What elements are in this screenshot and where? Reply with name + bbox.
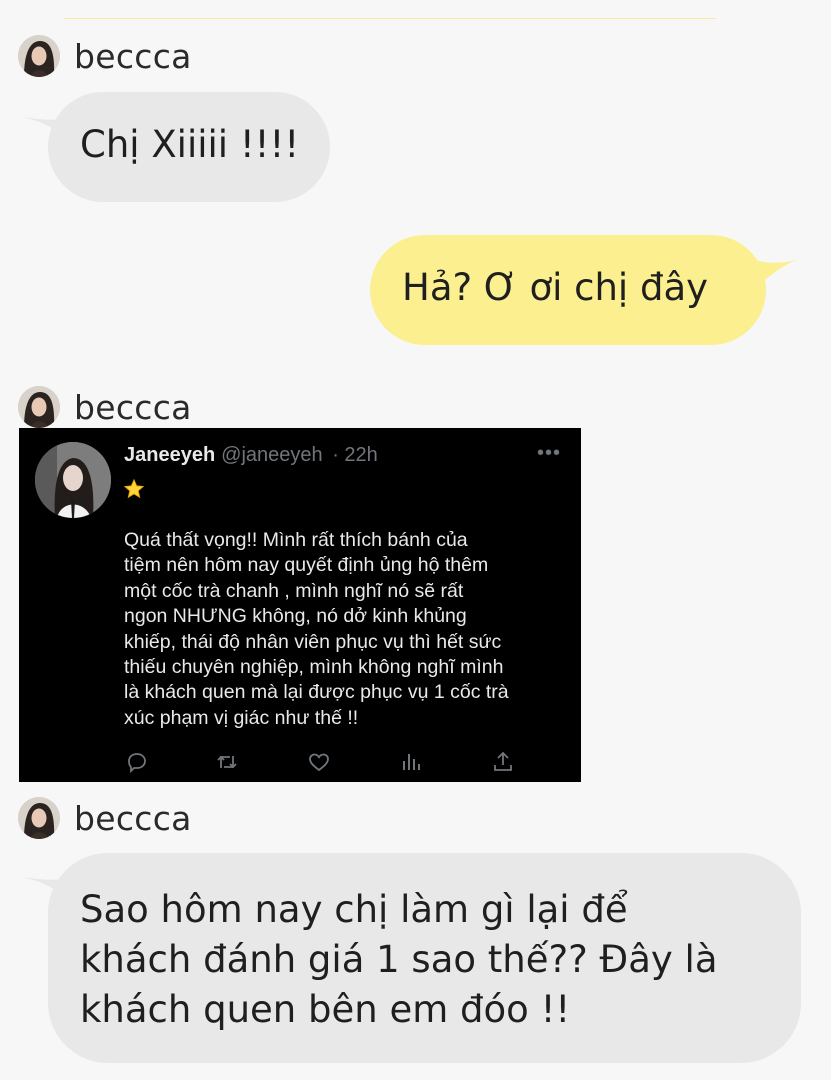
avatar[interactable] [18, 35, 60, 77]
sender-header: beccca [18, 34, 192, 78]
sender-name: beccca [74, 387, 192, 427]
message-bubble[interactable]: Sao hôm nay chị làm gì lại để khách đánh… [48, 853, 801, 1063]
sender-name: beccca [74, 798, 192, 838]
message-text: Hả? Ơ ơi chị đây [402, 266, 709, 309]
tweet-avatar [35, 442, 111, 518]
sender-header: beccca [18, 385, 192, 429]
message-text-line: khách quen bên em đóo !! [80, 988, 571, 1031]
message-text-line: Sao hôm nay chị làm gì lại để [80, 888, 628, 931]
tweet-author-name[interactable]: Janeeyeh [124, 444, 215, 466]
tweet-time: · 22h [332, 444, 378, 466]
message-bubble[interactable]: Hả? Ơ ơi chị đây [370, 235, 766, 345]
tweet-actions [125, 750, 512, 776]
message-text: Chị Xiiiii !!!! [80, 123, 300, 166]
views-icon[interactable] [399, 750, 425, 776]
tweet-header: Janeeyeh @janeeyeh · 22h [124, 442, 378, 468]
like-icon[interactable] [307, 750, 333, 776]
share-icon[interactable] [491, 750, 517, 776]
reply-icon[interactable] [125, 750, 151, 776]
message-bubble[interactable]: Chị Xiiiii !!!! [48, 92, 330, 202]
retweet-icon[interactable] [215, 750, 241, 776]
sender-header: beccca [18, 796, 192, 840]
message-text-line: khách đánh giá 1 sao thế?? Đây là [80, 938, 718, 981]
sender-name: beccca [74, 36, 192, 76]
tweet-image[interactable]: Janeeyeh @janeeyeh · 22h ••• Quá thất vọn… [19, 428, 581, 782]
top-divider [64, 18, 716, 19]
avatar[interactable] [18, 386, 60, 428]
tweet-handle[interactable]: @janeeyeh [221, 444, 322, 466]
tweet-text: Quá thất vọng!! Mình rất thích bánh của … [124, 529, 509, 729]
star-icon [123, 478, 145, 505]
more-options-icon[interactable]: ••• [537, 442, 561, 465]
avatar[interactable] [18, 797, 60, 839]
